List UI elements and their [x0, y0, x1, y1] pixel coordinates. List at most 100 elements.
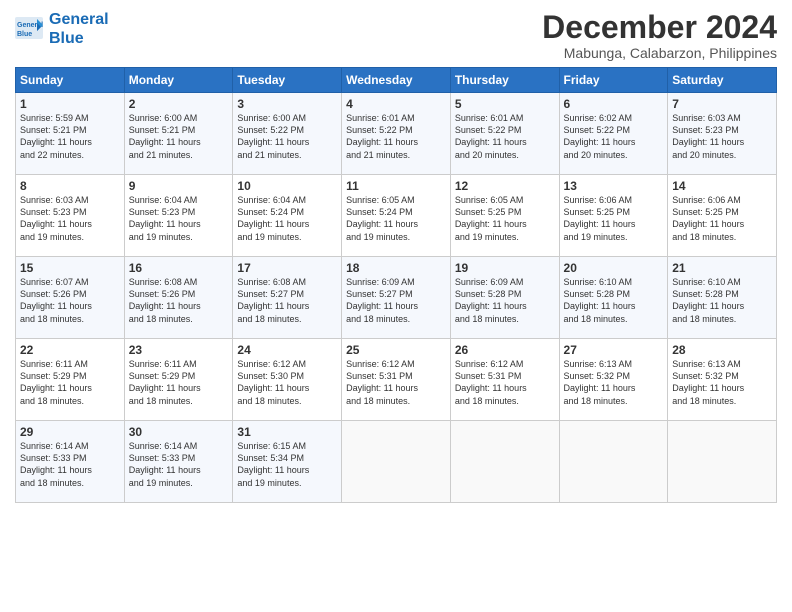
logo-icon: General Blue [15, 17, 45, 41]
day-info: Sunrise: 6:13 AMSunset: 5:32 PMDaylight:… [564, 358, 664, 407]
day-info: Sunrise: 6:14 AMSunset: 5:33 PMDaylight:… [129, 440, 229, 489]
day-info: Sunrise: 6:14 AMSunset: 5:33 PMDaylight:… [20, 440, 120, 489]
day-cell: 30Sunrise: 6:14 AMSunset: 5:33 PMDayligh… [124, 421, 233, 503]
day-info: Sunrise: 6:01 AMSunset: 5:22 PMDaylight:… [346, 112, 446, 161]
day-cell [342, 421, 451, 503]
day-number: 4 [346, 97, 446, 111]
calendar-page: General Blue General Blue December 2024 … [0, 0, 792, 612]
day-number: 2 [129, 97, 229, 111]
day-number: 27 [564, 343, 664, 357]
day-number: 16 [129, 261, 229, 275]
day-info: Sunrise: 6:11 AMSunset: 5:29 PMDaylight:… [129, 358, 229, 407]
day-number: 13 [564, 179, 664, 193]
header-row: SundayMondayTuesdayWednesdayThursdayFrid… [16, 68, 777, 93]
day-number: 21 [672, 261, 772, 275]
day-info: Sunrise: 6:00 AMSunset: 5:22 PMDaylight:… [237, 112, 337, 161]
day-cell: 28Sunrise: 6:13 AMSunset: 5:32 PMDayligh… [668, 339, 777, 421]
day-info: Sunrise: 6:06 AMSunset: 5:25 PMDaylight:… [672, 194, 772, 243]
day-cell: 13Sunrise: 6:06 AMSunset: 5:25 PMDayligh… [559, 175, 668, 257]
day-cell: 8Sunrise: 6:03 AMSunset: 5:23 PMDaylight… [16, 175, 125, 257]
day-number: 17 [237, 261, 337, 275]
day-number: 6 [564, 97, 664, 111]
day-number: 9 [129, 179, 229, 193]
day-cell: 24Sunrise: 6:12 AMSunset: 5:30 PMDayligh… [233, 339, 342, 421]
day-cell [450, 421, 559, 503]
day-cell: 1Sunrise: 5:59 AMSunset: 5:21 PMDaylight… [16, 93, 125, 175]
calendar-table: SundayMondayTuesdayWednesdayThursdayFrid… [15, 67, 777, 503]
day-cell: 22Sunrise: 6:11 AMSunset: 5:29 PMDayligh… [16, 339, 125, 421]
day-info: Sunrise: 6:10 AMSunset: 5:28 PMDaylight:… [564, 276, 664, 325]
day-cell: 2Sunrise: 6:00 AMSunset: 5:21 PMDaylight… [124, 93, 233, 175]
day-cell: 23Sunrise: 6:11 AMSunset: 5:29 PMDayligh… [124, 339, 233, 421]
day-info: Sunrise: 6:02 AMSunset: 5:22 PMDaylight:… [564, 112, 664, 161]
day-info: Sunrise: 6:12 AMSunset: 5:30 PMDaylight:… [237, 358, 337, 407]
day-number: 30 [129, 425, 229, 439]
day-number: 29 [20, 425, 120, 439]
day-number: 10 [237, 179, 337, 193]
day-info: Sunrise: 6:08 AMSunset: 5:26 PMDaylight:… [129, 276, 229, 325]
day-info: Sunrise: 6:06 AMSunset: 5:25 PMDaylight:… [564, 194, 664, 243]
day-cell: 20Sunrise: 6:10 AMSunset: 5:28 PMDayligh… [559, 257, 668, 339]
month-title: December 2024 [542, 10, 777, 45]
header: General Blue General Blue December 2024 … [15, 10, 777, 61]
day-info: Sunrise: 6:07 AMSunset: 5:26 PMDaylight:… [20, 276, 120, 325]
day-info: Sunrise: 6:00 AMSunset: 5:21 PMDaylight:… [129, 112, 229, 161]
svg-text:Blue: Blue [17, 31, 32, 38]
day-cell: 27Sunrise: 6:13 AMSunset: 5:32 PMDayligh… [559, 339, 668, 421]
day-number: 8 [20, 179, 120, 193]
day-number: 14 [672, 179, 772, 193]
day-cell: 25Sunrise: 6:12 AMSunset: 5:31 PMDayligh… [342, 339, 451, 421]
day-info: Sunrise: 6:04 AMSunset: 5:23 PMDaylight:… [129, 194, 229, 243]
day-cell: 11Sunrise: 6:05 AMSunset: 5:24 PMDayligh… [342, 175, 451, 257]
day-number: 28 [672, 343, 772, 357]
day-cell: 26Sunrise: 6:12 AMSunset: 5:31 PMDayligh… [450, 339, 559, 421]
day-number: 26 [455, 343, 555, 357]
day-number: 15 [20, 261, 120, 275]
day-cell: 3Sunrise: 6:00 AMSunset: 5:22 PMDaylight… [233, 93, 342, 175]
logo: General Blue General Blue [15, 10, 109, 48]
day-number: 1 [20, 97, 120, 111]
logo-text: General Blue [49, 10, 109, 48]
day-number: 11 [346, 179, 446, 193]
day-info: Sunrise: 6:15 AMSunset: 5:34 PMDaylight:… [237, 440, 337, 489]
day-cell: 14Sunrise: 6:06 AMSunset: 5:25 PMDayligh… [668, 175, 777, 257]
day-number: 3 [237, 97, 337, 111]
day-cell: 21Sunrise: 6:10 AMSunset: 5:28 PMDayligh… [668, 257, 777, 339]
day-cell: 19Sunrise: 6:09 AMSunset: 5:28 PMDayligh… [450, 257, 559, 339]
day-number: 7 [672, 97, 772, 111]
day-cell: 7Sunrise: 6:03 AMSunset: 5:23 PMDaylight… [668, 93, 777, 175]
header-cell-sunday: Sunday [16, 68, 125, 93]
header-cell-friday: Friday [559, 68, 668, 93]
day-info: Sunrise: 6:01 AMSunset: 5:22 PMDaylight:… [455, 112, 555, 161]
day-cell: 18Sunrise: 6:09 AMSunset: 5:27 PMDayligh… [342, 257, 451, 339]
week-row-5: 29Sunrise: 6:14 AMSunset: 5:33 PMDayligh… [16, 421, 777, 503]
day-cell: 4Sunrise: 6:01 AMSunset: 5:22 PMDaylight… [342, 93, 451, 175]
day-info: Sunrise: 6:09 AMSunset: 5:28 PMDaylight:… [455, 276, 555, 325]
day-cell: 29Sunrise: 6:14 AMSunset: 5:33 PMDayligh… [16, 421, 125, 503]
day-info: Sunrise: 6:03 AMSunset: 5:23 PMDaylight:… [20, 194, 120, 243]
day-cell: 15Sunrise: 6:07 AMSunset: 5:26 PMDayligh… [16, 257, 125, 339]
day-cell: 31Sunrise: 6:15 AMSunset: 5:34 PMDayligh… [233, 421, 342, 503]
week-row-3: 15Sunrise: 6:07 AMSunset: 5:26 PMDayligh… [16, 257, 777, 339]
day-cell: 9Sunrise: 6:04 AMSunset: 5:23 PMDaylight… [124, 175, 233, 257]
day-cell: 6Sunrise: 6:02 AMSunset: 5:22 PMDaylight… [559, 93, 668, 175]
header-cell-thursday: Thursday [450, 68, 559, 93]
day-cell: 12Sunrise: 6:05 AMSunset: 5:25 PMDayligh… [450, 175, 559, 257]
day-info: Sunrise: 6:05 AMSunset: 5:24 PMDaylight:… [346, 194, 446, 243]
header-cell-tuesday: Tuesday [233, 68, 342, 93]
day-cell [559, 421, 668, 503]
day-info: Sunrise: 6:13 AMSunset: 5:32 PMDaylight:… [672, 358, 772, 407]
day-info: Sunrise: 6:12 AMSunset: 5:31 PMDaylight:… [455, 358, 555, 407]
day-cell: 17Sunrise: 6:08 AMSunset: 5:27 PMDayligh… [233, 257, 342, 339]
day-number: 18 [346, 261, 446, 275]
day-info: Sunrise: 6:05 AMSunset: 5:25 PMDaylight:… [455, 194, 555, 243]
day-number: 22 [20, 343, 120, 357]
day-number: 20 [564, 261, 664, 275]
day-info: Sunrise: 6:08 AMSunset: 5:27 PMDaylight:… [237, 276, 337, 325]
day-number: 23 [129, 343, 229, 357]
day-cell: 10Sunrise: 6:04 AMSunset: 5:24 PMDayligh… [233, 175, 342, 257]
day-cell: 16Sunrise: 6:08 AMSunset: 5:26 PMDayligh… [124, 257, 233, 339]
day-number: 24 [237, 343, 337, 357]
day-number: 31 [237, 425, 337, 439]
week-row-4: 22 Sunrise: 6:11 AMSunset: 5:29 PMDayligh… [16, 339, 777, 421]
